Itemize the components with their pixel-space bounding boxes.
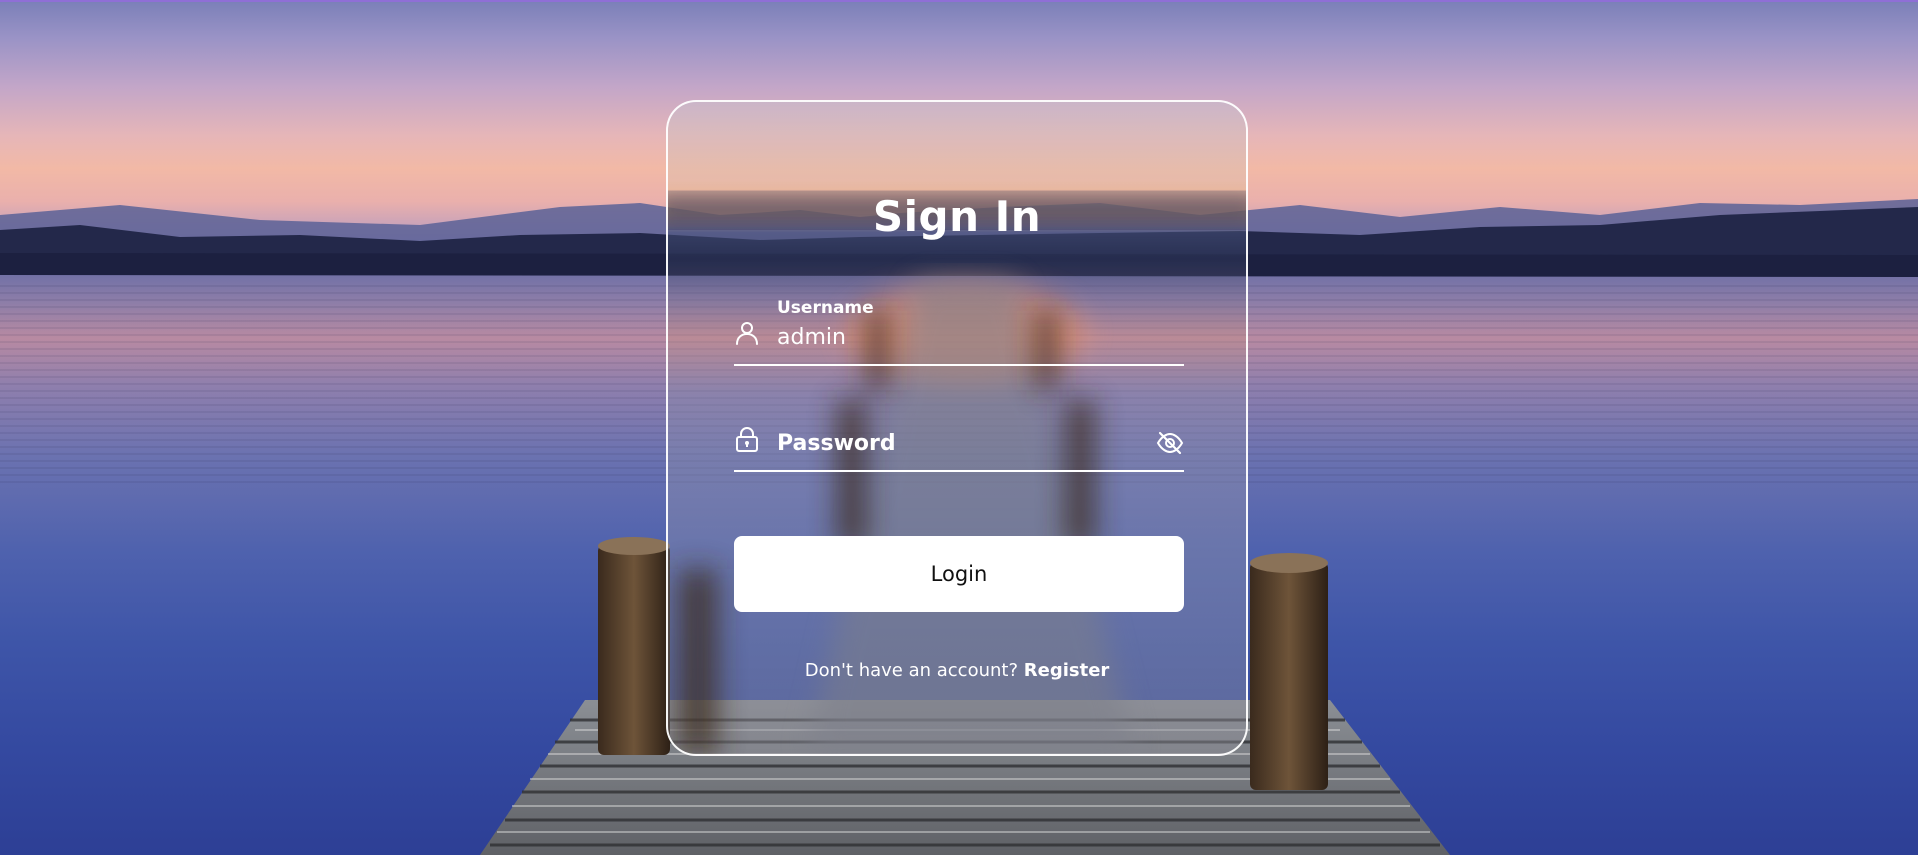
password-input[interactable]	[775, 431, 1119, 456]
lock-icon	[736, 427, 758, 452]
page-title: Sign In	[872, 192, 1042, 241]
register-prompt-text: Don't have an account?	[804, 660, 1019, 681]
signin-card: Sign In Username Log	[666, 100, 1248, 756]
username-field: Username	[734, 298, 1184, 366]
card-content: Sign In Username Log	[668, 102, 1246, 754]
password-field	[734, 424, 1184, 472]
eye-slash-icon[interactable]	[1156, 430, 1184, 456]
register-prompt: Don't have an account? Register	[668, 660, 1246, 681]
username-label: Username	[777, 298, 874, 318]
login-button[interactable]: Login	[734, 536, 1184, 612]
register-link[interactable]: Register	[1024, 660, 1110, 681]
username-input[interactable]	[775, 325, 1119, 350]
user-icon	[736, 322, 758, 345]
top-accent-strip	[0, 0, 1918, 2]
